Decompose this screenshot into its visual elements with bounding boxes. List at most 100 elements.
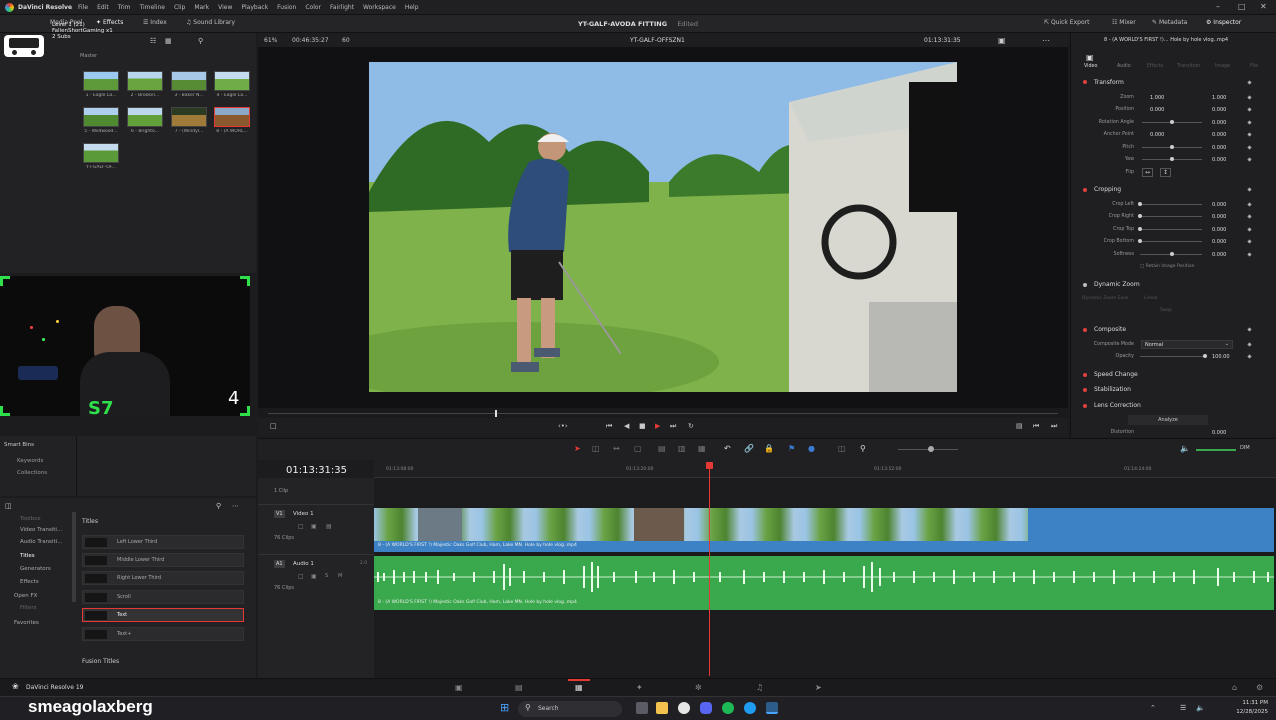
cropping-enable-dot[interactable]	[1083, 188, 1087, 192]
lock-icon[interactable]: □	[298, 573, 304, 580]
menu-mark[interactable]: Mark	[194, 4, 209, 11]
match-frame-icon[interactable]: ▤	[1016, 422, 1023, 430]
inspector-tab-audio[interactable]: Audio	[1117, 64, 1131, 69]
menu-view[interactable]: View	[218, 4, 232, 11]
prev-edit-icon[interactable]: ⏮	[1033, 422, 1039, 431]
clip-thumbnail[interactable]	[171, 107, 207, 127]
davinci-taskbar-icon[interactable]	[766, 702, 778, 714]
anchor-x-value[interactable]: 0.000	[1150, 132, 1164, 138]
cropping-header[interactable]: Cropping	[1094, 186, 1121, 193]
search-icon[interactable]: ⚲	[198, 37, 203, 45]
play-icon[interactable]: ▶	[655, 422, 660, 430]
softness-value[interactable]: 0.000	[1212, 252, 1226, 258]
rotation-value[interactable]: 0.000	[1212, 120, 1226, 126]
flip-vertical-icon[interactable]: ↕	[1160, 168, 1172, 177]
zoom-full-icon[interactable]: ◫	[838, 444, 846, 453]
zoom-y-value[interactable]: 1.000	[1212, 95, 1226, 101]
auto-track-icon[interactable]: ▣	[311, 523, 317, 530]
clip-thumbnail[interactable]	[214, 71, 250, 91]
flag-icon[interactable]: ⚑	[788, 444, 795, 453]
inspector-tab-image[interactable]: Image	[1215, 64, 1230, 69]
loop-icon[interactable]: ↻	[688, 422, 694, 430]
insert-clip-icon[interactable]: ▤	[658, 444, 666, 453]
fusion-page-icon[interactable]: ✦	[636, 683, 643, 692]
wifi-icon[interactable]: ☰	[1180, 704, 1186, 712]
menu-fusion[interactable]: Fusion	[277, 4, 296, 11]
position-x-value[interactable]: 0.000	[1150, 107, 1164, 113]
nav-open-fx[interactable]: Open FX	[14, 593, 37, 599]
viewer-mode-icon[interactable]: □	[270, 422, 277, 430]
menu-help[interactable]: Help	[405, 4, 419, 11]
timeline-playhead[interactable]	[709, 462, 710, 676]
quick-export-button[interactable]: ⇱ Quick Export	[1044, 19, 1089, 26]
dynamic-zoom-header[interactable]: Dynamic Zoom	[1094, 281, 1140, 288]
fairlight-page-icon[interactable]: ♫	[756, 683, 763, 692]
title-text-selected[interactable]: Text	[82, 608, 244, 622]
rotation-knob[interactable]	[1170, 120, 1174, 124]
nav-video-transitions[interactable]: Video Transiti...	[20, 527, 62, 533]
dynamic-zoom-swap-button[interactable]: Swap	[1160, 308, 1172, 313]
snapping-icon[interactable]: ↶	[724, 444, 731, 453]
dynamic-zoom-enable-dot[interactable]	[1083, 283, 1087, 287]
bin-collections[interactable]: Collections	[17, 470, 47, 476]
skip-start-icon[interactable]: ⏮	[606, 422, 612, 431]
track-id-a1[interactable]: A1	[274, 560, 285, 568]
menu-fairlight[interactable]: Fairlight	[330, 4, 354, 11]
zoom-x-value[interactable]: 1.000	[1150, 95, 1164, 101]
video-tab-icon[interactable]: ▣	[1086, 53, 1094, 62]
softness-knob[interactable]	[1170, 252, 1174, 256]
clip-thumbnail[interactable]	[83, 107, 119, 127]
dynamic-trim-icon[interactable]: ↔	[613, 444, 620, 453]
nav-toolbox[interactable]: Toolbox	[20, 516, 41, 522]
timeline-thumbnail[interactable]	[83, 143, 119, 163]
taskbar-search[interactable]: ⚲ Search	[518, 701, 622, 717]
crop-right-knob[interactable]	[1138, 214, 1142, 218]
transform-header[interactable]: Transform	[1094, 79, 1124, 86]
xbox-icon[interactable]	[722, 702, 734, 714]
play-reverse-icon[interactable]: ◀	[624, 422, 629, 430]
nav-titles[interactable]: Titles	[20, 553, 35, 559]
timeline-name[interactable]: YT-GALF-OFFSZN1	[630, 37, 685, 44]
master-bin[interactable]: Master	[80, 53, 97, 59]
menu-trim[interactable]: Trim	[118, 4, 131, 11]
windows-start-icon[interactable]: ⊞	[500, 701, 509, 714]
taskbar-date[interactable]: 12/28/2025	[1226, 709, 1268, 715]
zoom-detail-icon[interactable]: ⚲	[860, 444, 866, 453]
more-options-icon[interactable]: ⋯	[1042, 36, 1050, 45]
settings-icon[interactable]: ⚙	[1256, 683, 1263, 692]
opacity-slider[interactable]	[1140, 356, 1206, 357]
nav-effects[interactable]: Effects	[20, 579, 39, 585]
dynamic-zoom-ease-select[interactable]: Linear	[1144, 296, 1158, 301]
composite-header[interactable]: Composite	[1094, 326, 1126, 333]
taskbar-time[interactable]: 11:31 PM	[1230, 700, 1268, 706]
position-y-value[interactable]: 0.000	[1212, 107, 1226, 113]
close-icon[interactable]: ✕	[1260, 2, 1267, 11]
video-track-name[interactable]: Video 1	[293, 511, 314, 517]
menu-clip[interactable]: Clip	[174, 4, 185, 11]
overwrite-clip-icon[interactable]: ▥	[678, 444, 686, 453]
link-icon[interactable]: 🔗	[744, 444, 754, 453]
title-text-plus[interactable]: Text+	[82, 627, 244, 641]
solo-button[interactable]: S	[325, 573, 328, 579]
replace-clip-icon[interactable]: ▦	[698, 444, 706, 453]
timeline-ruler[interactable]: 01:13:08:00 01:13:20:00 01:13:52:00 01:1…	[374, 460, 1276, 478]
speed-change-header[interactable]: Speed Change	[1094, 371, 1138, 378]
bin-keywords[interactable]: Keywords	[17, 458, 43, 464]
crop-bottom-value[interactable]: 0.000	[1212, 239, 1226, 245]
zoom-level[interactable]: 61%	[264, 37, 277, 44]
jog-icon[interactable]: ‹•›	[558, 422, 568, 430]
flip-horizontal-icon[interactable]: ↔	[1142, 168, 1154, 177]
crop-right-slider[interactable]	[1140, 216, 1202, 217]
composite-enable-dot[interactable]	[1083, 328, 1087, 332]
dim-button[interactable]: DIM	[1240, 445, 1250, 451]
crop-left-value[interactable]: 0.000	[1212, 202, 1226, 208]
skip-end-icon[interactable]: ⏭	[670, 422, 676, 431]
audio-track-header[interactable]: A1 Audio 1 2.0 □ ▣ S M 76 Clips	[258, 554, 374, 610]
pitch-value[interactable]: 0.000	[1212, 145, 1226, 151]
speaker-icon[interactable]: 🔈	[1180, 444, 1190, 453]
mute-button[interactable]: M	[338, 573, 342, 579]
marker-icon[interactable]: ●	[808, 444, 815, 453]
panel-toggle-icon[interactable]: ◫	[5, 502, 12, 510]
crop-left-slider[interactable]	[1140, 204, 1202, 205]
transform-enable-dot[interactable]	[1083, 80, 1087, 84]
